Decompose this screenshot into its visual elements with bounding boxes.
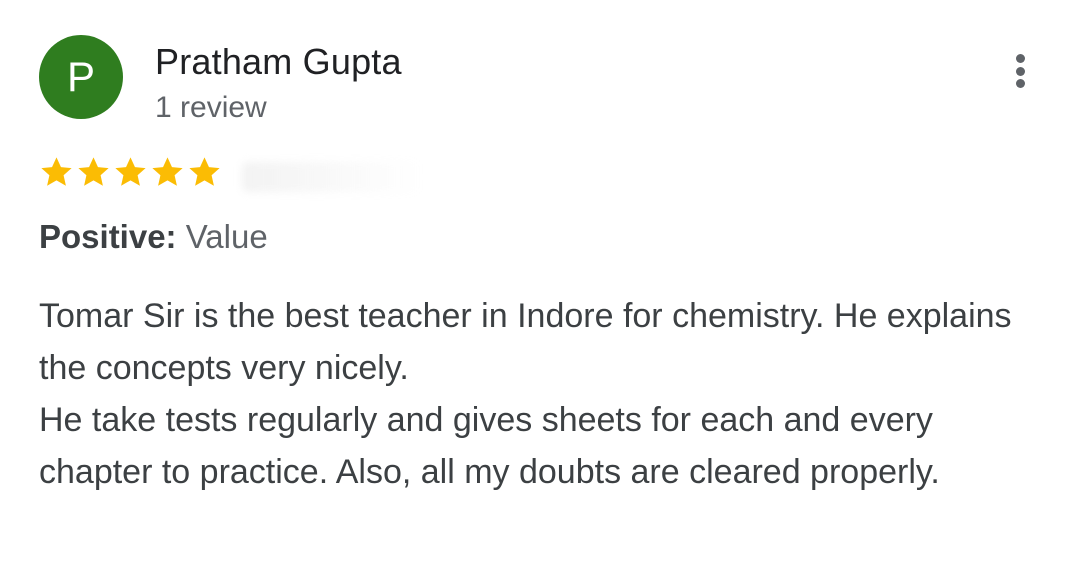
more-vert-icon-dot-2 <box>1015 66 1025 76</box>
more-options-button[interactable] <box>1000 48 1040 94</box>
star-icon <box>75 154 112 191</box>
review-card: P Pratham Gupta 1 review Positive: Value… <box>0 0 1080 562</box>
review-text: Tomar Sir is the best teacher in Indore … <box>39 290 1039 498</box>
blurred-date <box>242 162 422 192</box>
reviewer-name[interactable]: Pratham Gupta <box>155 40 402 84</box>
attribute-line: Positive: Value <box>39 215 268 259</box>
star-icon <box>186 154 223 191</box>
review-count: 1 review <box>155 91 267 124</box>
attribute-value: Value <box>185 218 268 255</box>
star-rating <box>38 150 223 194</box>
review-paragraph-1: Tomar Sir is the best teacher in Indore … <box>39 297 1012 387</box>
star-icon <box>112 154 149 191</box>
star-icon <box>38 154 75 191</box>
avatar[interactable]: P <box>39 35 123 119</box>
review-paragraph-2: He take tests regularly and gives sheets… <box>39 401 940 491</box>
avatar-initial: P <box>66 53 95 100</box>
star-icon <box>149 154 186 191</box>
more-vert-icon-dot-1 <box>1015 54 1025 63</box>
more-vert-icon-dot-3 <box>1015 79 1025 88</box>
attribute-label: Positive: <box>39 218 177 255</box>
